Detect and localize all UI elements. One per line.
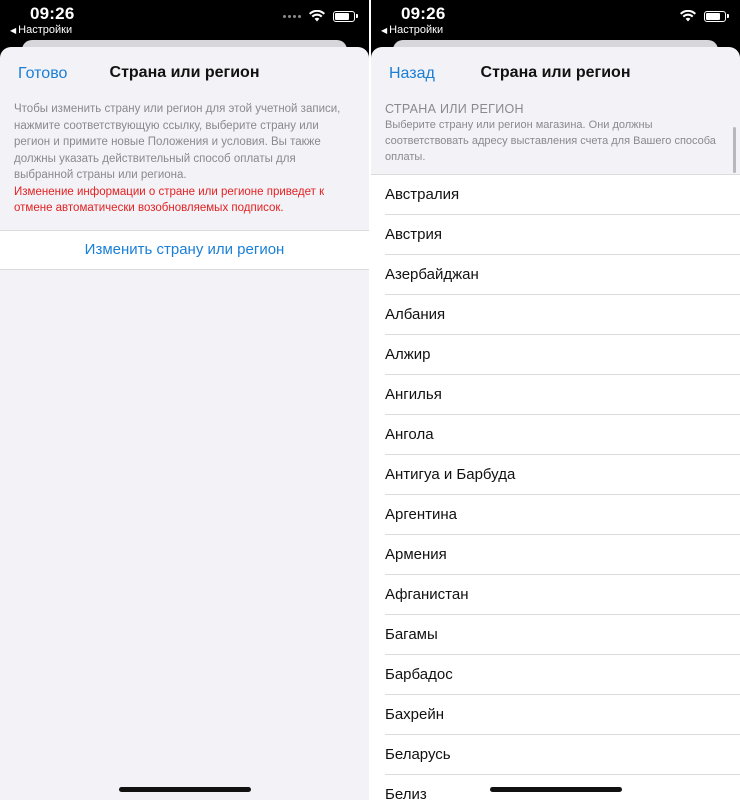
battery-icon: [333, 10, 358, 22]
signal-dots-icon: [283, 14, 301, 18]
home-indicator: [489, 787, 622, 792]
country-list-item[interactable]: Азербайджан: [385, 255, 740, 295]
wifi-icon: [309, 10, 325, 22]
home-indicator: [118, 787, 251, 792]
battery-icon: [704, 10, 729, 22]
screenshot-stage: 09:26 ◀ Настройки Готово Страна или реги…: [0, 0, 740, 800]
wifi-icon: [680, 10, 696, 22]
status-time: 09:26: [401, 4, 446, 23]
info-text: Чтобы изменить страну или регион для это…: [14, 103, 341, 181]
status-icons: [680, 10, 729, 22]
status-bar: 09:26 ◀ Настройки: [371, 0, 740, 40]
modal-sheet: Готово Страна или регион Чтобы изменить …: [0, 47, 369, 800]
country-list-item[interactable]: Ангилья: [385, 375, 740, 415]
country-list-item[interactable]: Афганистан: [385, 575, 740, 615]
country-list-item[interactable]: Австралия: [385, 175, 740, 215]
country-list-item[interactable]: Бахрейн: [385, 695, 740, 735]
country-list-item[interactable]: Австрия: [385, 215, 740, 255]
back-triangle-icon: ◀: [381, 25, 388, 35]
info-block: Чтобы изменить страну или регион для это…: [0, 101, 369, 217]
modal-sheet: Назад Страна или регион СТРАНА ИЛИ РЕГИО…: [371, 47, 740, 800]
country-list-item[interactable]: Армения: [385, 535, 740, 575]
back-to-app-link[interactable]: ◀ Настройки: [381, 24, 443, 36]
back-triangle-icon: ◀: [10, 25, 17, 35]
back-app-label: Настройки: [18, 24, 73, 36]
section-title: СТРАНА ИЛИ РЕГИОН: [385, 102, 524, 116]
left-phone-screen: 09:26 ◀ Настройки Готово Страна или реги…: [0, 0, 369, 800]
country-list-item[interactable]: Антигуа и Барбуда: [385, 455, 740, 495]
right-phone-screen: 09:26 ◀ Настройки Назад Страна или регио…: [371, 0, 740, 800]
status-icons: [283, 10, 358, 22]
page-title: Страна или регион: [109, 64, 260, 81]
back-to-app-link[interactable]: ◀ Настройки: [10, 24, 72, 36]
status-time: 09:26: [30, 4, 75, 23]
back-app-label: Настройки: [389, 24, 444, 36]
status-bar: 09:26 ◀ Настройки: [0, 0, 369, 40]
country-list-item[interactable]: Беларусь: [385, 735, 740, 775]
country-list: Австралия Австрия Азербайджан Албания Алжир А…: [371, 174, 740, 800]
country-list-item[interactable]: Барбадос: [385, 655, 740, 695]
country-list-item[interactable]: Аргентина: [385, 495, 740, 535]
navigation-bar: Готово Страна или регион: [0, 47, 369, 101]
country-list-item[interactable]: Алжир: [385, 335, 740, 375]
change-country-button[interactable]: Изменить страну или регион: [0, 229, 369, 270]
country-list-item[interactable]: Ангола: [385, 415, 740, 455]
scrollbar-thumb[interactable]: [733, 127, 736, 173]
country-list-item[interactable]: Багамы: [385, 615, 740, 655]
page-title: Страна или регион: [480, 64, 631, 81]
section-description: Выберите страну или регион магазина. Они…: [385, 119, 716, 163]
warning-text: Изменение информации о стране или регион…: [14, 185, 325, 215]
country-list-item[interactable]: Албания: [385, 295, 740, 335]
section-header: СТРАНА ИЛИ РЕГИОН Выберите страну или ре…: [371, 101, 740, 165]
navigation-bar: Назад Страна или регион: [371, 47, 740, 101]
